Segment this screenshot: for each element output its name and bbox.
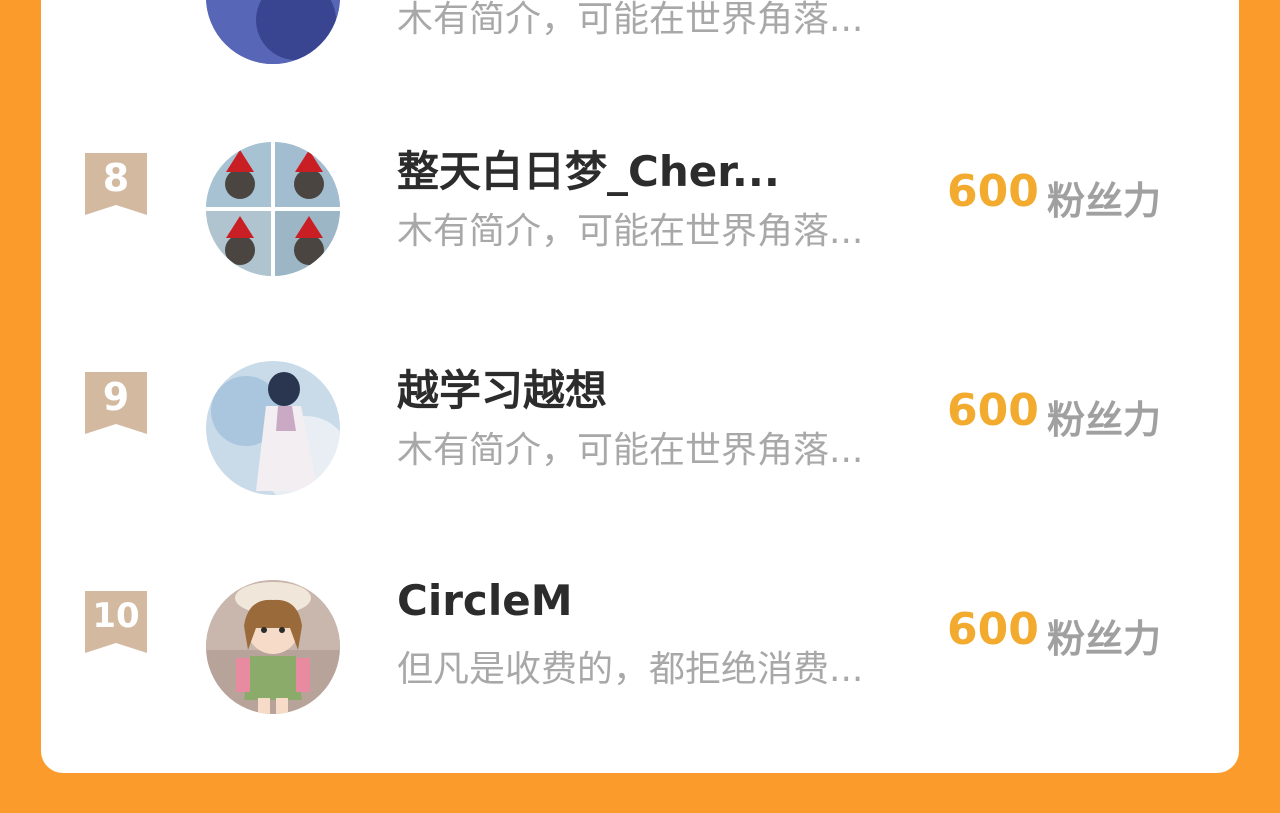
user-name[interactable]: 越学习越想: [397, 357, 607, 418]
user-name[interactable]: CircleM: [397, 576, 573, 625]
leaderboard-row[interactable]: 10 CircleM 但凡是收费的，都拒绝消费... 600 粉丝力: [41, 548, 1239, 748]
rank-number: 10: [92, 596, 140, 636]
fan-power-score: 600: [947, 385, 1039, 436]
fan-power-score: 600: [947, 166, 1039, 217]
rank-number: 9: [102, 375, 130, 419]
doll-avatar[interactable]: [206, 580, 340, 714]
user-bio: 木有简介，可能在世界角落...: [397, 211, 864, 252]
leaderboard-row-previous[interactable]: 木有简介，可能在世界角落...: [41, 0, 1239, 120]
fan-power-label: 粉丝力: [1047, 179, 1162, 223]
illustrated-girl-avatar[interactable]: [206, 361, 340, 495]
user-bio: 木有简介，可能在世界角落...: [397, 430, 864, 471]
leaderboard-row[interactable]: 8 整天白日梦_Cher... 木有简介，可能在世界角落... 600 粉丝力: [41, 110, 1239, 310]
rank-ribbon-badge: 9: [85, 372, 147, 434]
fan-power-label: 粉丝力: [1047, 617, 1162, 661]
rank-number: 8: [102, 156, 130, 200]
user-avatar[interactable]: [206, 0, 340, 64]
user-name[interactable]: 整天白日梦_Cher...: [397, 138, 780, 199]
rank-ribbon-badge: 8: [85, 153, 147, 215]
leaderboard-row[interactable]: 9 越学习越想 木有简介，可能在世界角落... 600 粉丝力: [41, 329, 1239, 529]
user-bio: 但凡是收费的，都拒绝消费...: [397, 649, 864, 690]
cat-in-santa-hat-avatar[interactable]: [206, 142, 340, 276]
leaderboard-card: 木有简介，可能在世界角落... 8 整天白日梦_Cher... 木有简介，可能在…: [41, 0, 1239, 773]
fan-power-label: 粉丝力: [1047, 398, 1162, 442]
rank-ribbon-badge: 10: [85, 591, 147, 653]
user-bio: 木有简介，可能在世界角落...: [397, 0, 864, 40]
fan-power-score: 600: [947, 604, 1039, 655]
